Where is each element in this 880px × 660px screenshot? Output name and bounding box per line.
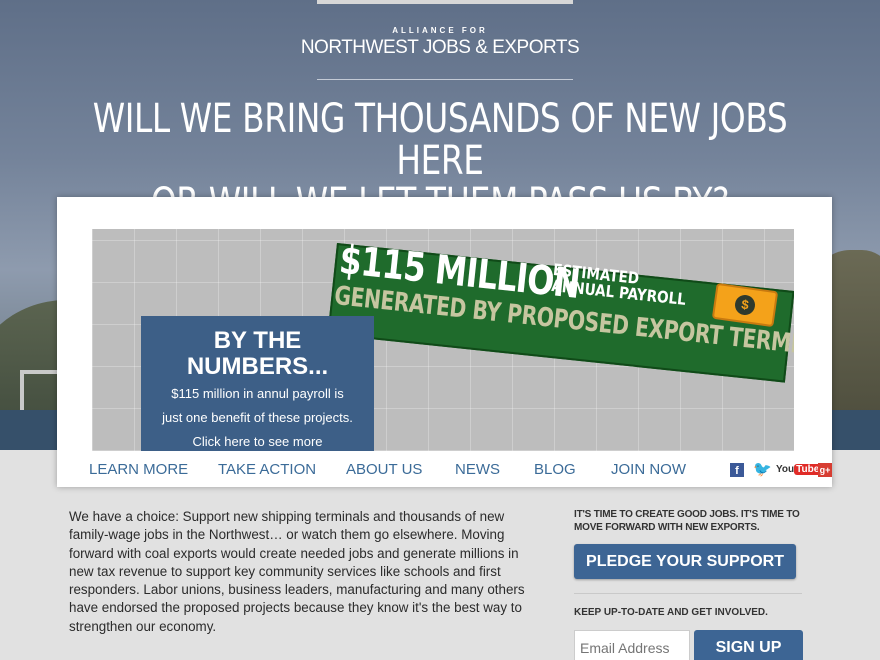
numbers-title: BY THE NUMBERS...: [141, 328, 374, 380]
nav-about-us[interactable]: ABOUT US: [346, 461, 422, 478]
logo-divider: [317, 79, 573, 80]
numbers-text-line-2: just one benefit of these projects.: [162, 410, 353, 425]
by-the-numbers-box[interactable]: BY THE NUMBERS... $115 million in annul …: [141, 316, 374, 451]
email-field[interactable]: [574, 630, 690, 660]
feature-banner[interactable]: $115 MILLION ESTIMATED ANNUAL PAYROLL GE…: [92, 229, 794, 451]
pledge-heading: IT'S TIME TO CREATE GOOD JOBS. IT'S TIME…: [574, 509, 800, 533]
google-plus-icon[interactable]: g+: [818, 463, 832, 477]
twitter-icon[interactable]: 🐦: [753, 462, 772, 477]
numbers-description: $115 million in annul payroll is just on…: [141, 382, 374, 430]
numbers-title-line-2: NUMBERS...: [186, 353, 329, 380]
nav-learn-more[interactable]: LEARN MORE: [89, 461, 188, 478]
sidebar: IT'S TIME TO CREATE GOOD JOBS. IT'S TIME…: [574, 508, 804, 660]
youtube-icon[interactable]: You Tube: [776, 463, 822, 477]
main-nav: LEARN MORE TAKE ACTION ABOUT US NEWS BLO…: [57, 455, 832, 487]
logo-small-text: ALLIANCE FOR: [392, 26, 488, 35]
nav-take-action[interactable]: TAKE ACTION: [218, 461, 316, 478]
youtube-you: You: [776, 464, 795, 475]
facebook-icon[interactable]: f: [730, 463, 744, 477]
numbers-title-line-1: BY THE: [213, 327, 302, 354]
logo-big-text: NORTHWEST JOBS & EXPORTS: [300, 37, 580, 58]
crane: [20, 370, 60, 410]
sign-up-button[interactable]: SIGN UP: [694, 630, 803, 660]
site-logo[interactable]: ALLIANCE FOR NORTHWEST JOBS & EXPORTS: [0, 26, 880, 59]
top-tab[interactable]: [317, 0, 573, 4]
nav-news[interactable]: NEWS: [455, 461, 500, 478]
intro-paragraph: We have a choice: Support new shipping t…: [69, 509, 525, 634]
nav-blog[interactable]: BLOG: [534, 461, 576, 478]
nav-join-now[interactable]: JOIN NOW: [611, 461, 686, 478]
headline-line-1: WILL WE BRING THOUSANDS OF NEW JOBS HERE: [92, 96, 788, 184]
dollar-symbol: $: [733, 293, 757, 317]
sidebar-divider: [574, 593, 802, 594]
signup-heading: KEEP UP-TO-DATE AND GET INVOLVED.: [574, 607, 768, 618]
signup-form: SIGN UP: [574, 630, 804, 660]
see-more-link[interactable]: Click here to see more: [141, 430, 374, 451]
pledge-support-button[interactable]: PLEDGE YOUR SUPPORT: [574, 544, 796, 579]
numbers-text-line-1: $115 million in annul payroll is: [171, 386, 344, 401]
feature-card: $115 MILLION ESTIMATED ANNUAL PAYROLL GE…: [57, 197, 832, 487]
